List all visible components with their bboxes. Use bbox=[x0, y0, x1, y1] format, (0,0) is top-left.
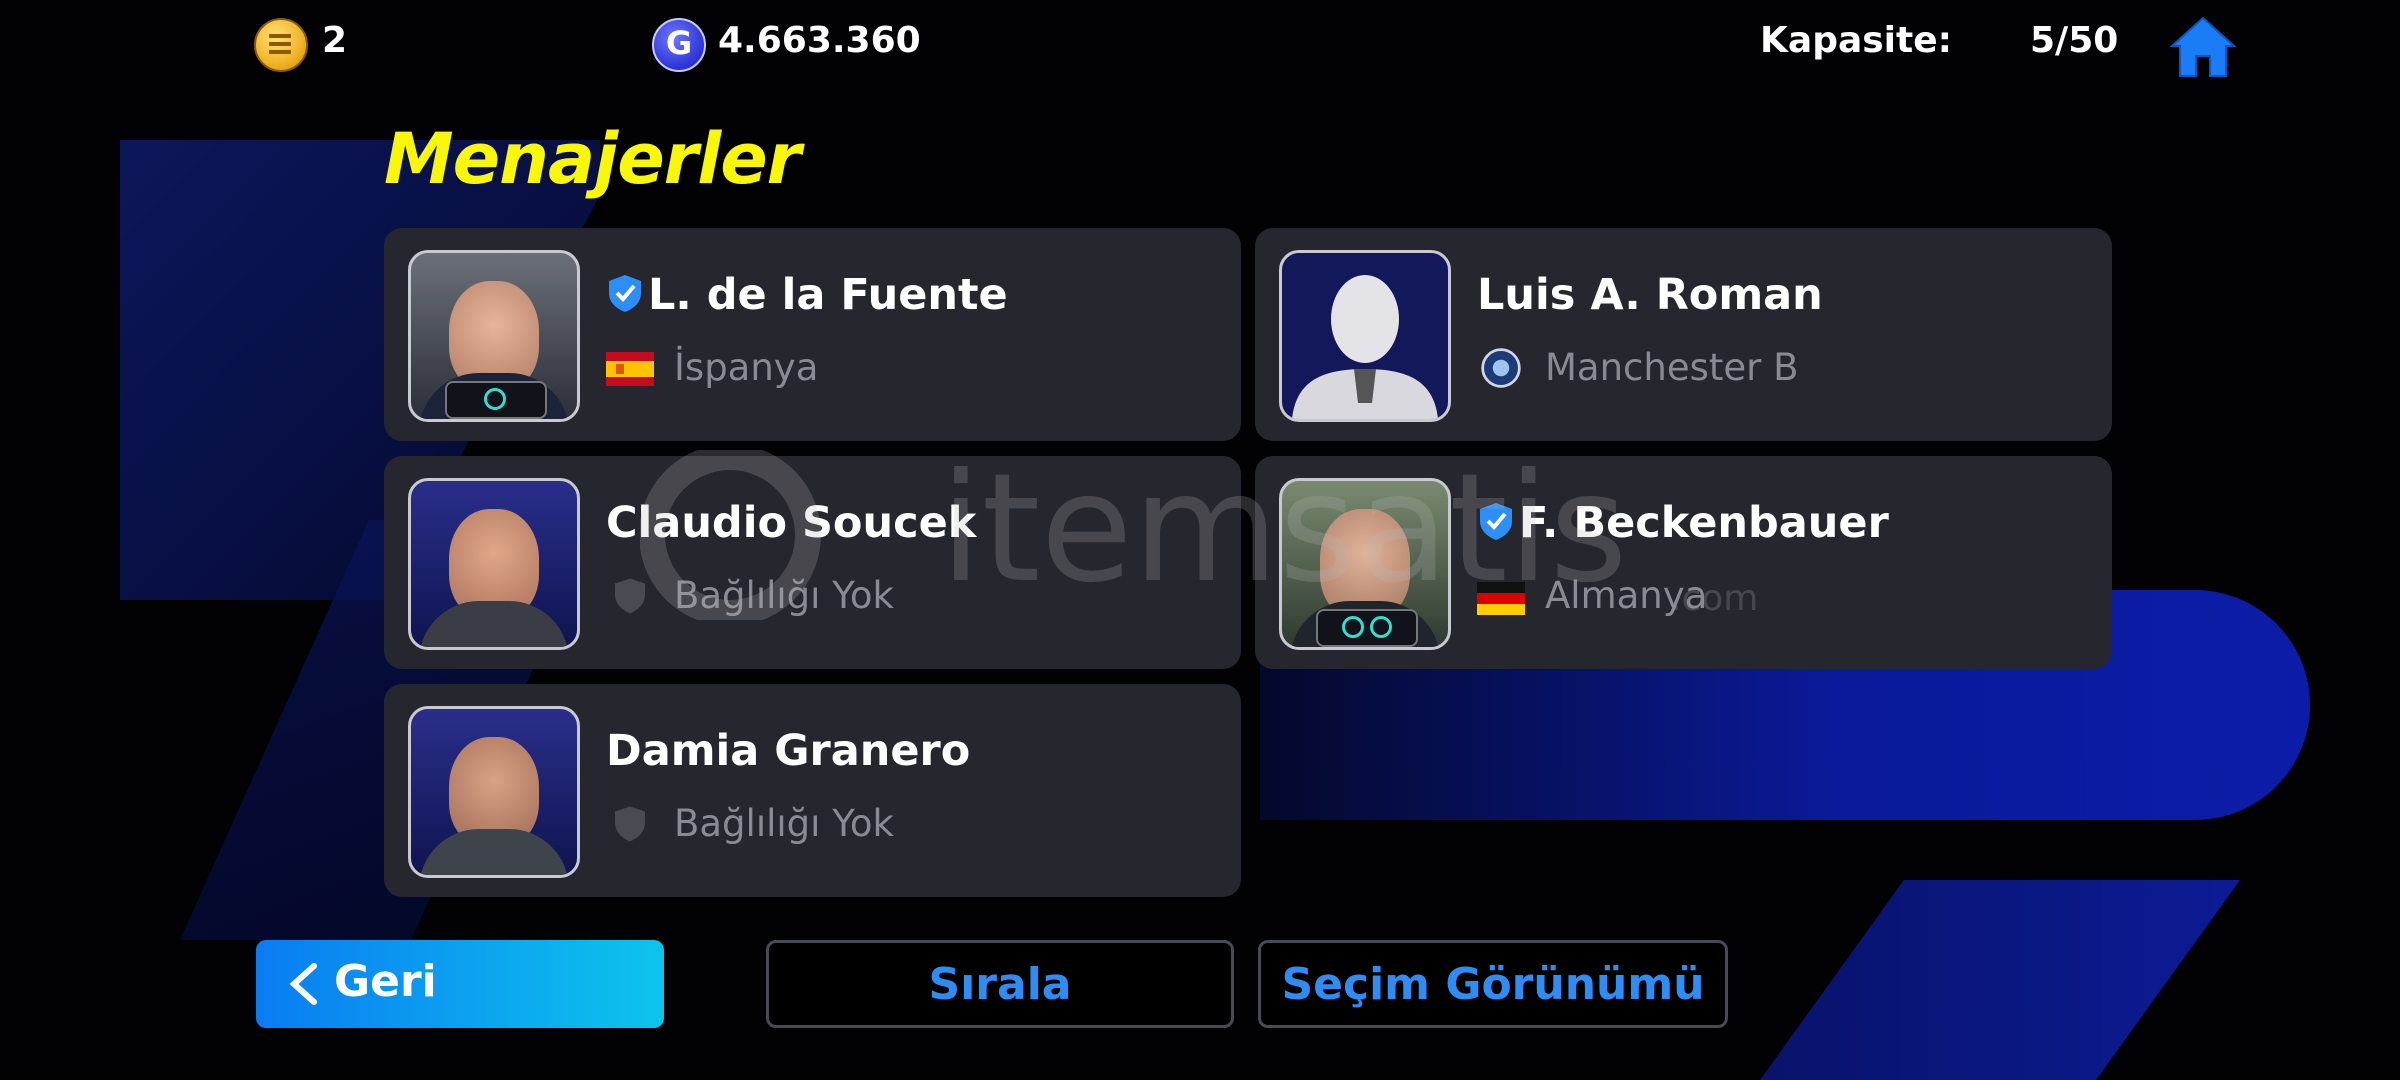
manager-affiliation: Bağlılığı Yok bbox=[674, 574, 894, 617]
manager-name: L. de la Fuente bbox=[606, 270, 1008, 320]
capacity-value: 5/50 bbox=[2030, 20, 2119, 61]
manager-name: Damia Granero bbox=[606, 726, 971, 776]
sort-button[interactable]: Sırala bbox=[766, 940, 1234, 1028]
coin-count: 2 bbox=[322, 20, 348, 61]
manager-name: Claudio Soucek bbox=[606, 498, 977, 548]
manager-portrait bbox=[408, 478, 580, 650]
back-button[interactable]: Geri bbox=[256, 940, 664, 1028]
manager-card[interactable]: Damia Granero Bağlılığı Yok bbox=[384, 684, 1241, 897]
verified-icon bbox=[1480, 503, 1512, 540]
back-button-label: Geri bbox=[334, 956, 437, 1007]
capacity-label: Kapasite: bbox=[1760, 20, 1953, 61]
background-shape bbox=[1760, 880, 2240, 1080]
spain-flag-icon bbox=[606, 352, 654, 386]
manager-portrait bbox=[1279, 250, 1451, 422]
ecoin-icon bbox=[254, 18, 308, 72]
club-crest-icon bbox=[1481, 348, 1521, 388]
manager-portrait bbox=[408, 706, 580, 878]
manager-name: Luis A. Roman bbox=[1477, 270, 1823, 320]
manager-card[interactable]: L. de la Fuente İspanya bbox=[384, 228, 1241, 441]
manager-card[interactable]: Luis A. Roman Manchester B bbox=[1255, 228, 2112, 441]
manager-card[interactable]: Claudio Soucek Bağlılığı Yok bbox=[384, 456, 1241, 669]
gp-icon: G bbox=[652, 18, 706, 72]
verified-icon bbox=[609, 275, 641, 312]
rarity-badge bbox=[445, 381, 547, 419]
manager-card[interactable]: F. Beckenbauer Almanya bbox=[1255, 456, 2112, 669]
rarity-badge bbox=[1316, 609, 1418, 647]
top-bar: 2 G 4.663.360 Kapasite: 5/50 bbox=[0, 0, 2400, 90]
shield-icon bbox=[615, 806, 645, 842]
gp-count: 4.663.360 bbox=[718, 20, 921, 61]
chevron-left-icon bbox=[289, 963, 317, 1005]
selection-view-button[interactable]: Seçim Görünümü bbox=[1258, 940, 1728, 1028]
manager-affiliation: Manchester B bbox=[1545, 346, 1799, 389]
manager-name: F. Beckenbauer bbox=[1477, 498, 1889, 548]
page-title: Menajerler bbox=[384, 118, 801, 200]
shield-icon bbox=[615, 578, 645, 614]
manager-portrait bbox=[408, 250, 580, 422]
manager-affiliation: Bağlılığı Yok bbox=[674, 802, 894, 845]
silhouette-icon bbox=[1292, 275, 1438, 419]
home-icon[interactable] bbox=[2168, 14, 2238, 80]
germany-flag-icon bbox=[1477, 582, 1525, 615]
manager-affiliation: Almanya bbox=[1545, 574, 1708, 617]
manager-affiliation: İspanya bbox=[674, 346, 819, 389]
manager-portrait bbox=[1279, 478, 1451, 650]
